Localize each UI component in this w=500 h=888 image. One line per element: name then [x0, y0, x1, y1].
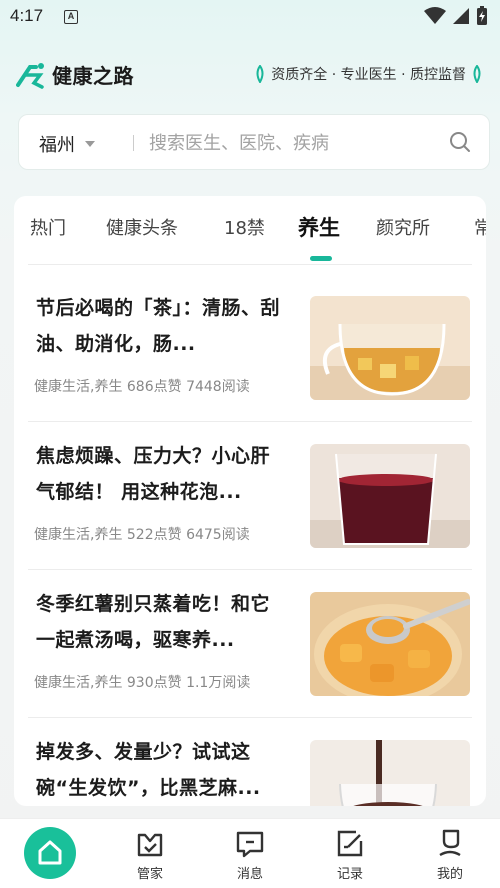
nav-messages[interactable]: 消息 — [200, 819, 300, 888]
chevron-down-icon — [85, 141, 95, 147]
home-button[interactable] — [24, 827, 76, 879]
profile-icon — [439, 829, 461, 857]
article-item[interactable]: 节后必喝的「茶」：清肠、刮油、助消化，肠... 健康生活,养生 686点赞 74… — [14, 274, 486, 422]
tab-health-headlines[interactable]: 健康头条 — [106, 214, 178, 240]
article-meta: 健康生活,养生 522点赞 6475阅读 — [34, 527, 250, 543]
slogan-text: 资质齐全 · 专业医生 · 质控监督 — [271, 67, 466, 83]
article-feed: 热门 健康头条 18禁 养生 颜究所 常 节后必喝的「茶」：清肠、刮油、助消化，… — [14, 196, 486, 806]
black-sesame-drink-image — [310, 740, 470, 806]
article-title: 焦虑烦躁、压力大？小心肝气郁结！ 用这种花泡... — [36, 445, 271, 503]
tab-wellness[interactable]: 养生 — [298, 212, 340, 242]
record-icon — [337, 830, 363, 857]
status-time: 4:17 — [10, 6, 44, 25]
article-meta: 健康生活,养生 686点赞 7448阅读 — [34, 379, 250, 395]
article-item[interactable]: 掉发多、发量少？试试这碗“生发饮”，比黑芝麻... — [14, 718, 486, 806]
article-item[interactable]: 冬季红薯别只蒸着吃！和它一起煮汤喝，驱寒养... 健康生活,养生 930点赞 1… — [14, 570, 486, 718]
article-meta: 健康生活,养生 930点赞 1.1万阅读 — [34, 675, 251, 691]
nav-profile[interactable]: 我的 — [400, 819, 500, 888]
tab-divider — [28, 264, 472, 265]
nav-label: 记录 — [336, 867, 363, 882]
tab-beauty[interactable]: 颜究所 — [376, 214, 430, 240]
notification-icon: A — [64, 10, 78, 24]
status-bar: 4:17 A — [0, 0, 500, 36]
bottom-nav: 管家 消息 记录 我的 — [0, 818, 500, 888]
slogan: 资质齐全 · 专业医生 · 质控监督 — [253, 64, 484, 84]
search-separator — [133, 135, 134, 151]
wifi-icon — [424, 7, 446, 24]
category-tabs: 热门 健康头条 18禁 养生 颜究所 常 — [14, 196, 486, 262]
status-icons — [424, 6, 488, 26]
red-drink-image — [310, 444, 470, 548]
gesture-bar — [0, 884, 500, 888]
home-icon — [38, 840, 62, 865]
tea-glass-image — [310, 296, 470, 400]
tab-more[interactable]: 常 — [474, 214, 486, 240]
nav-label: 我的 — [436, 867, 463, 882]
logo-runner-icon — [16, 62, 44, 89]
butler-icon — [137, 833, 163, 857]
leaf-icon — [256, 65, 264, 83]
tab-hot[interactable]: 热门 — [30, 214, 66, 240]
message-icon — [236, 831, 264, 858]
city-selector[interactable]: 福州 — [39, 131, 95, 157]
app-logo: 健康之路 — [16, 60, 134, 89]
article-title: 节后必喝的「茶」：清肠、刮油、助消化，肠... — [36, 297, 281, 355]
article-title: 掉发多、发量少？试试这碗“生发饮”，比黑芝麻... — [36, 741, 261, 799]
tab-active-indicator — [310, 256, 332, 261]
battery-icon — [477, 6, 487, 25]
nav-label: 管家 — [136, 867, 163, 882]
search-bar: 福州 — [18, 114, 490, 170]
article-item[interactable]: 焦虑烦躁、压力大？小心肝气郁结！ 用这种花泡... 健康生活,养生 522点赞 … — [14, 422, 486, 570]
nav-label: 消息 — [236, 867, 263, 882]
nav-records[interactable]: 记录 — [300, 819, 400, 888]
search-input[interactable] — [149, 129, 439, 157]
logo-text: 健康之路 — [52, 64, 134, 88]
city-label: 福州 — [39, 135, 75, 156]
article-title: 冬季红薯别只蒸着吃！和它一起煮汤喝，驱寒养... — [36, 593, 271, 651]
tab-18[interactable]: 18禁 — [224, 214, 265, 240]
app-header: 健康之路 资质齐全 · 专业医生 · 质控监督 — [0, 52, 500, 96]
sweet-potato-soup-image — [310, 592, 470, 696]
nav-butler[interactable]: 管家 — [100, 819, 200, 888]
leaf-icon — [473, 65, 481, 83]
search-icon[interactable] — [449, 131, 471, 153]
nav-home[interactable] — [0, 819, 100, 888]
signal-icon — [453, 8, 469, 24]
